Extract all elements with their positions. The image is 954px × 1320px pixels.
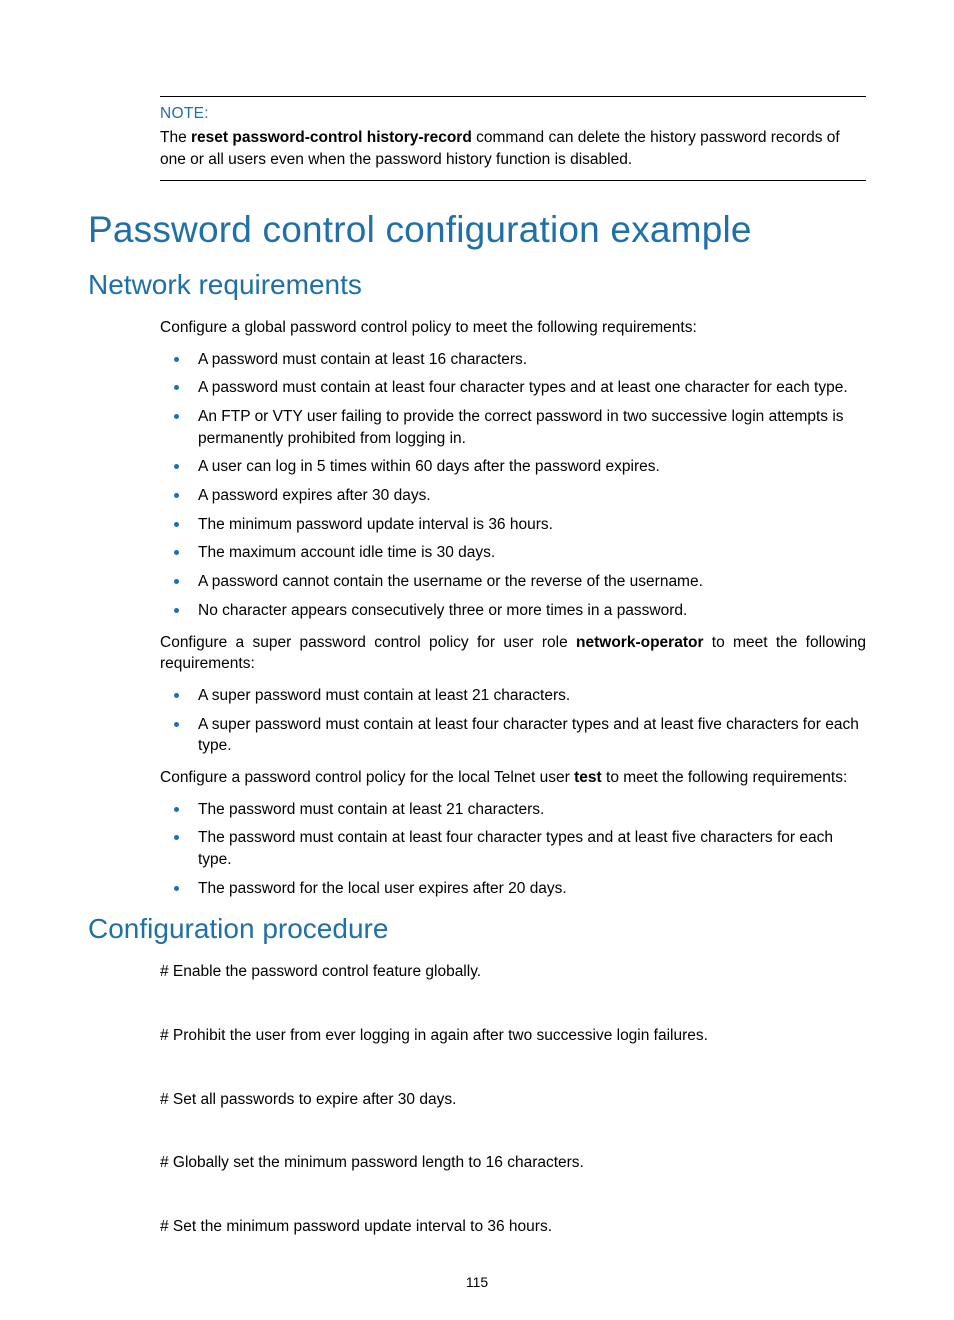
local-post: to meet the following requirements: (602, 769, 848, 786)
local-bold: test (574, 769, 602, 786)
super-bold: network-operator (576, 634, 703, 651)
requirements-list-local: The password must contain at least 21 ch… (88, 799, 866, 900)
section-heading-requirements: Network requirements (88, 269, 866, 301)
requirements-list-global: A password must contain at least 16 char… (88, 349, 866, 622)
super-pre: Configure a super password control polic… (160, 634, 576, 651)
list-item: The password must contain at least four … (160, 827, 866, 870)
list-item: A super password must contain at least 2… (160, 685, 866, 707)
page: NOTE: The reset password-control history… (0, 0, 954, 1320)
requirements-intro: Configure a global password control poli… (160, 317, 866, 339)
note-body-pre: The (160, 129, 191, 146)
list-item: The maximum account idle time is 30 days… (160, 542, 866, 564)
requirements-list-super: A super password must contain at least 2… (88, 685, 866, 757)
procedure-step: # Set all passwords to expire after 30 d… (160, 1089, 866, 1111)
list-item: A password expires after 30 days. (160, 485, 866, 507)
list-item: A super password must contain at least f… (160, 714, 866, 757)
note-box: NOTE: The reset password-control history… (160, 96, 866, 181)
list-item: A password must contain at least 16 char… (160, 349, 866, 371)
list-item: A password cannot contain the username o… (160, 571, 866, 593)
requirements-super-intro: Configure a super password control polic… (160, 632, 866, 675)
note-label: NOTE: (160, 105, 866, 123)
list-item: No character appears consecutively three… (160, 600, 866, 622)
list-item: The password for the local user expires … (160, 878, 866, 900)
requirements-local-intro: Configure a password control policy for … (160, 767, 866, 789)
list-item: The minimum password update interval is … (160, 514, 866, 536)
procedure-step: # Globally set the minimum password leng… (160, 1152, 866, 1174)
page-number: 115 (0, 1274, 954, 1290)
procedure-step: # Enable the password control feature gl… (160, 961, 866, 983)
page-title: Password control configuration example (88, 209, 866, 251)
procedure-step: # Prohibit the user from ever logging in… (160, 1025, 866, 1047)
list-item: A password must contain at least four ch… (160, 377, 866, 399)
list-item: A user can log in 5 times within 60 days… (160, 456, 866, 478)
local-pre: Configure a password control policy for … (160, 769, 574, 786)
note-body: The reset password-control history-recor… (160, 127, 866, 172)
note-body-bold: reset password-control history-record (191, 129, 472, 146)
list-item: An FTP or VTY user failing to provide th… (160, 406, 866, 449)
list-item: The password must contain at least 21 ch… (160, 799, 866, 821)
section-heading-procedure: Configuration procedure (88, 913, 866, 945)
procedure-step: # Set the minimum password update interv… (160, 1216, 866, 1238)
